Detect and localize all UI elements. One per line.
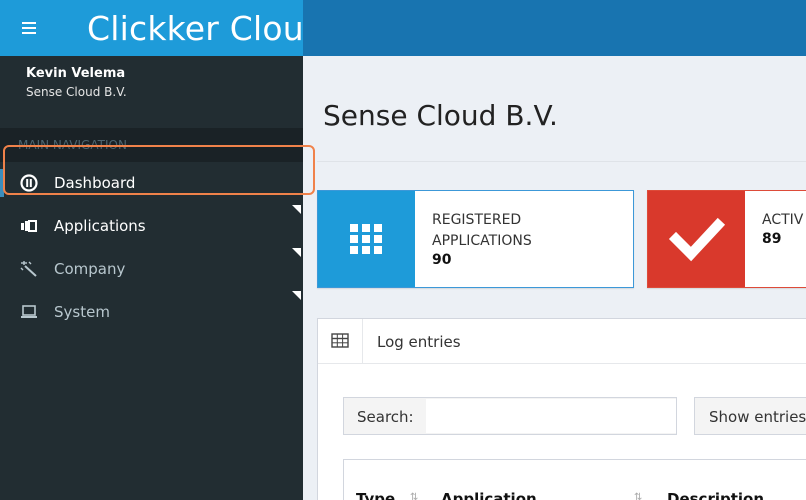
log-entries-box: Log entries Search: Show entries Type ⇅ … [317, 318, 806, 500]
info-box-registered-applications[interactable]: REGISTERED APPLICATIONS 90 [317, 190, 634, 288]
nav-section-header: MAIN NAVIGATION [0, 128, 303, 162]
show-entries-select[interactable]: Show entries [694, 397, 806, 435]
log-table-header: Type ⇅ Application ⇅ Description [343, 459, 806, 500]
table-icon [318, 319, 363, 364]
sidebar-item-label: System [54, 303, 110, 321]
expand-caret-icon [292, 248, 301, 257]
sidebar-item-label: Dashboard [54, 174, 136, 192]
search-input[interactable] [426, 399, 676, 433]
main-content: Sense Cloud B.V. REGISTERED APPLICATIONS… [303, 56, 806, 500]
info-box-label: REGISTERED APPLICATIONS [432, 210, 532, 252]
search-box: Search: [343, 397, 677, 435]
user-organization: Sense Cloud B.V. [26, 85, 127, 99]
applications-icon [20, 217, 38, 235]
app-title[interactable]: Clickker Cloud [87, 9, 325, 48]
top-navbar [303, 0, 806, 56]
grid-icon [350, 224, 382, 254]
user-panel: Kevin Velema Sense Cloud B.V. [0, 56, 303, 128]
expand-caret-icon [292, 291, 301, 300]
column-header-description[interactable]: Description [667, 490, 764, 500]
logo-bar: Clickker Cloud [0, 0, 325, 56]
log-header: Log entries [318, 319, 806, 364]
sort-icon[interactable]: ⇅ [410, 492, 418, 500]
search-label: Search: [357, 408, 414, 426]
info-box-icon-bg [318, 191, 415, 287]
info-box-label-line1: REGISTERED [432, 212, 522, 228]
sidebar-item-company[interactable]: Company [0, 248, 303, 291]
sidebar-item-applications[interactable]: Applications [0, 205, 303, 248]
info-box-active[interactable]: ACTIV 89 [647, 190, 806, 288]
info-box-value: 90 [432, 252, 452, 268]
page-title: Sense Cloud B.V. [323, 99, 558, 132]
magic-wand-icon [20, 260, 38, 278]
sidebar-item-system[interactable]: System [0, 291, 303, 334]
user-name: Kevin Velema [26, 66, 126, 81]
info-box-label: ACTIV [762, 212, 804, 228]
dashboard-icon [20, 174, 38, 192]
laptop-icon [20, 303, 38, 321]
hamburger-icon[interactable] [18, 18, 40, 38]
log-title: Log entries [377, 333, 461, 351]
info-box-label-line2: APPLICATIONS [432, 233, 532, 249]
column-header-application[interactable]: Application [441, 490, 537, 500]
divider [317, 161, 806, 162]
info-box-value: 89 [762, 231, 782, 247]
sort-icon[interactable]: ⇅ [634, 492, 642, 500]
expand-caret-icon [292, 205, 301, 214]
sidebar-item-label: Company [54, 260, 126, 278]
active-indicator [0, 169, 4, 197]
sidebar-item-dashboard[interactable]: Dashboard [0, 162, 303, 205]
sidebar: Kevin Velema Sense Cloud B.V. MAIN NAVIG… [0, 56, 303, 500]
column-header-type[interactable]: Type [356, 490, 395, 500]
info-box-icon-bg [648, 191, 745, 287]
check-icon [668, 217, 726, 262]
sidebar-item-label: Applications [54, 217, 146, 235]
